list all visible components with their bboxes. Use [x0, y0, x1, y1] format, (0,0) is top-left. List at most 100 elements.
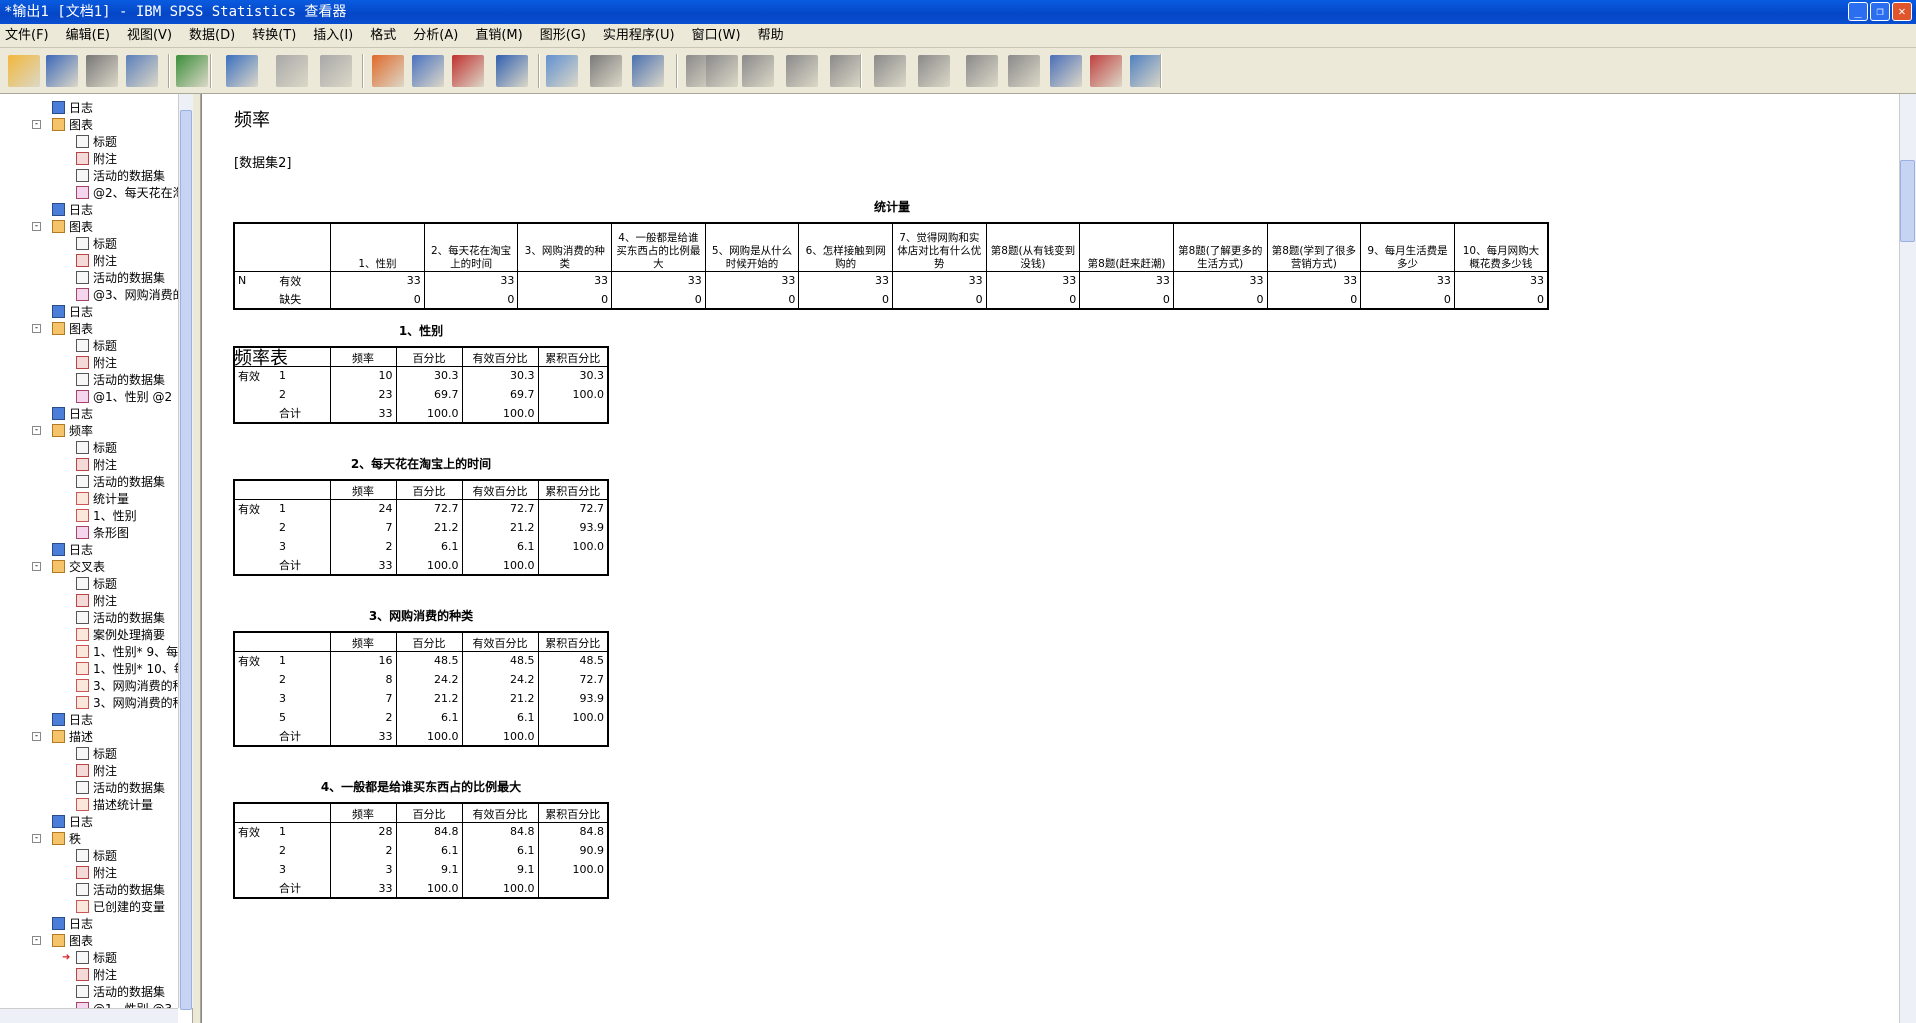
- outline-item[interactable]: 1、性别* 10、每: [76, 661, 186, 677]
- collapse-toggle[interactable]: -: [32, 426, 41, 435]
- collapse-toggle[interactable]: -: [32, 834, 41, 843]
- outline-item[interactable]: 交叉表: [52, 559, 105, 575]
- export-icon[interactable]: [176, 55, 208, 87]
- menu-item-8[interactable]: 直销(M): [470, 24, 527, 48]
- menu-item-0[interactable]: 文件(F): [0, 24, 54, 48]
- outline-item[interactable]: 活动的数据集: [76, 610, 165, 626]
- outline-item[interactable]: @1、性别 @2: [76, 389, 172, 405]
- promote-icon[interactable]: [786, 55, 818, 87]
- outline-item[interactable]: 日志: [52, 542, 93, 558]
- outline-item[interactable]: 附注: [76, 253, 117, 269]
- restore-button[interactable]: ❐: [1870, 2, 1890, 21]
- outline-item[interactable]: 日志: [52, 712, 93, 728]
- insert-heading-icon[interactable]: [1050, 55, 1082, 87]
- menu-item-6[interactable]: 格式: [365, 24, 401, 48]
- pane-splitter[interactable]: [193, 94, 201, 1023]
- outline-item[interactable]: 标题: [76, 338, 117, 354]
- freq-table[interactable]: 频率 百分比 有效百分比 累积百分比 有效 1 10 30.3 30.3 30.3 2 23 69.7 6…: [233, 346, 609, 424]
- collapse-toggle[interactable]: -: [32, 120, 41, 129]
- outline-item[interactable]: 图表: [52, 933, 93, 949]
- show-all-icon[interactable]: [742, 55, 774, 87]
- redo-icon[interactable]: [320, 55, 352, 87]
- outline-item[interactable]: 3、网购消费的种: [76, 695, 185, 711]
- open-icon[interactable]: [8, 55, 40, 87]
- goto-data-icon[interactable]: [372, 55, 404, 87]
- outline-item[interactable]: 标题: [76, 134, 117, 150]
- split-file-icon[interactable]: [632, 55, 664, 87]
- undo-icon[interactable]: [276, 55, 308, 87]
- outline-item[interactable]: 描述统计量: [76, 797, 153, 813]
- outline-item[interactable]: 图表: [52, 117, 93, 133]
- outline-item[interactable]: 附注: [76, 355, 117, 371]
- weight-cases-icon[interactable]: [590, 55, 622, 87]
- outline-item[interactable]: 标题 ➜: [62, 950, 118, 966]
- collapse-icon[interactable]: [918, 55, 950, 87]
- outline-item[interactable]: 统计量: [76, 491, 129, 507]
- outline-item[interactable]: 活动的数据集: [76, 372, 165, 388]
- expand-icon[interactable]: [874, 55, 906, 87]
- freq-table[interactable]: 频率 百分比 有效百分比 累积百分比 有效 1 16 48.5 48.5 48.5 2 8 24.2 24…: [233, 631, 609, 747]
- outline-item[interactable]: 日志: [52, 202, 93, 218]
- outline-item[interactable]: 图表: [52, 219, 93, 235]
- print-preview-icon[interactable]: [126, 55, 158, 87]
- outline-item[interactable]: 条形图: [76, 525, 129, 541]
- outline-item[interactable]: 秩: [52, 831, 81, 847]
- select-cases-icon[interactable]: [546, 55, 578, 87]
- variables-icon[interactable]: [496, 55, 528, 87]
- outline-item[interactable]: 1、性别* 9、每: [76, 644, 178, 660]
- goto-variable-icon[interactable]: [452, 55, 484, 87]
- outline-item[interactable]: 附注: [76, 593, 117, 609]
- collapse-toggle[interactable]: -: [32, 324, 41, 333]
- menu-item-7[interactable]: 分析(A): [408, 24, 463, 48]
- hide-icon[interactable]: [1008, 55, 1040, 87]
- collapse-toggle[interactable]: -: [32, 222, 41, 231]
- outline-item[interactable]: 附注: [76, 151, 117, 167]
- outline-item[interactable]: 标题: [76, 576, 117, 592]
- menu-item-11[interactable]: 窗口(W): [687, 24, 746, 48]
- freq-table[interactable]: 频率 百分比 有效百分比 累积百分比 有效 1 28 84.8 84.8 84.8 2 2 6.1 6.1…: [233, 802, 609, 899]
- outline-item[interactable]: 案例处理摘要: [76, 627, 165, 643]
- insert-title-icon[interactable]: [1090, 55, 1122, 87]
- outline-item[interactable]: 日志: [52, 100, 93, 116]
- outline-item[interactable]: 日志: [52, 406, 93, 422]
- print-icon[interactable]: [86, 55, 118, 87]
- outline-item[interactable]: 附注: [76, 763, 117, 779]
- outline-item[interactable]: @2、每天花在淘宝上: [76, 185, 192, 201]
- menu-item-10[interactable]: 实用程序(U): [598, 24, 680, 48]
- menu-item-1[interactable]: 编辑(E): [61, 24, 115, 48]
- outline-item[interactable]: 日志: [52, 814, 93, 830]
- insert-text-icon[interactable]: [1130, 55, 1162, 87]
- collapse-toggle[interactable]: -: [32, 562, 41, 571]
- outline-item[interactable]: 活动的数据集: [76, 270, 165, 286]
- outline-item[interactable]: 活动的数据集: [76, 474, 165, 490]
- outline-scroll-thumb[interactable]: [180, 110, 192, 1010]
- outline-item[interactable]: 图表: [52, 321, 93, 337]
- menu-item-4[interactable]: 转换(T): [247, 24, 301, 48]
- outline-item[interactable]: 活动的数据集: [76, 882, 165, 898]
- outline-item[interactable]: 日志: [52, 304, 93, 320]
- recall-dialog-icon[interactable]: [226, 55, 258, 87]
- menu-item-9[interactable]: 图形(G): [535, 24, 591, 48]
- outline-item[interactable]: 附注: [76, 967, 117, 983]
- outline-item[interactable]: 标题: [76, 848, 117, 864]
- outline-item[interactable]: 日志: [52, 916, 93, 932]
- outline-item[interactable]: 活动的数据集: [76, 984, 165, 1000]
- show-icon[interactable]: [966, 55, 998, 87]
- outline-item[interactable]: @3、网购消费的: [76, 287, 185, 303]
- freq-table[interactable]: 频率 百分比 有效百分比 累积百分比 有效 1 24 72.7 72.7 72.7 2 7 21.2 21…: [233, 479, 609, 576]
- close-button[interactable]: ✕: [1892, 2, 1912, 21]
- minimize-button[interactable]: _: [1848, 2, 1868, 21]
- outline-item[interactable]: 3、网购消费的种: [76, 678, 185, 694]
- outline-item[interactable]: 1、性别: [76, 508, 137, 524]
- output-scroll-thumb[interactable]: [1900, 160, 1915, 242]
- menu-item-5[interactable]: 插入(I): [308, 24, 358, 48]
- collapse-toggle[interactable]: -: [32, 732, 41, 741]
- outline-item[interactable]: 活动的数据集: [76, 780, 165, 796]
- statistics-table[interactable]: 1、性别 2、每天花在淘宝上的时间 3、网购消费的种类 4、一般都是给谁买东西占的比例…: [232, 222, 1549, 310]
- collapse-toggle[interactable]: -: [32, 936, 41, 945]
- outline-item[interactable]: 频率: [52, 423, 93, 439]
- outline-item[interactable]: 标题: [76, 236, 117, 252]
- menu-item-12[interactable]: 帮助: [753, 24, 789, 48]
- menu-item-3[interactable]: 数据(D): [184, 24, 240, 48]
- outline-horizontal-scrollbar[interactable]: [0, 1008, 178, 1023]
